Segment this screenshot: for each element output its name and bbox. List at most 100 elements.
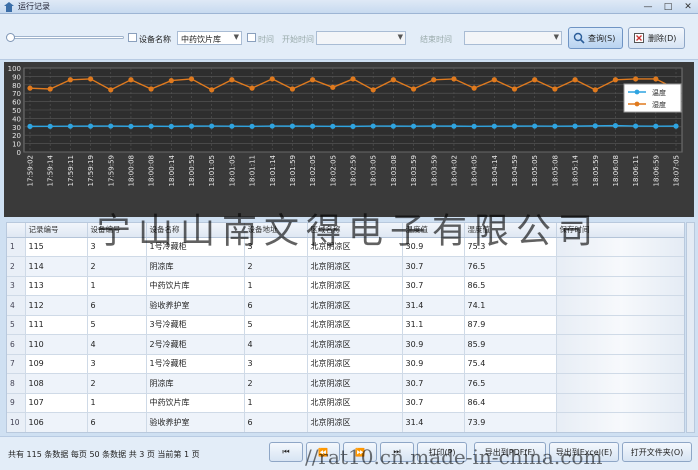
end-time-picker[interactable]: ▼ bbox=[464, 31, 562, 45]
table-row[interactable]: 4 112 6 验收养护室 6 北京阴凉区 31.4 74.1 bbox=[7, 295, 684, 316]
table-cell: 2 bbox=[244, 256, 308, 277]
table-cell: 北京阴凉区 bbox=[307, 393, 403, 413]
table-row[interactable]: 7 109 3 1号冷藏柜 3 北京阴凉区 30.9 75.4 bbox=[7, 354, 684, 374]
row-number: 6 bbox=[7, 334, 26, 355]
table-cell: 北京阴凉区 bbox=[307, 354, 403, 374]
close-button[interactable]: ✕ bbox=[681, 1, 695, 13]
y-tick-label: 30 bbox=[12, 124, 21, 132]
column-header[interactable]: 设备地址 bbox=[244, 223, 308, 238]
table-row[interactable]: 8 108 2 阴凉库 2 北京阴凉区 30.7 76.5 bbox=[7, 373, 684, 394]
x-tick-label: 18:04:05 bbox=[471, 155, 479, 186]
data-point bbox=[431, 123, 437, 129]
table-scrollbar[interactable] bbox=[686, 222, 695, 433]
data-point bbox=[612, 77, 619, 83]
chevron-down-icon: ▼ bbox=[553, 33, 559, 41]
title-bar: 运行记录 — □ ✕ bbox=[0, 0, 698, 14]
data-point bbox=[370, 87, 376, 93]
x-tick-label: 18:01:05 bbox=[208, 155, 216, 186]
data-point bbox=[229, 77, 235, 83]
data-point bbox=[451, 123, 457, 129]
table-row[interactable]: 1 115 3 1号冷藏柜 3 北京阴凉区 30.9 75.3 bbox=[7, 237, 684, 257]
search-icon bbox=[573, 32, 585, 44]
x-tick-label: 18:07:05 bbox=[673, 155, 681, 186]
data-point bbox=[209, 87, 215, 93]
last-page-icon: ⏭ bbox=[393, 447, 401, 456]
open-folder-button[interactable]: 打开文件夹(O) bbox=[622, 442, 692, 462]
table-cell: 75.4 bbox=[464, 354, 557, 374]
next-page-button[interactable]: ⏩ bbox=[343, 442, 377, 462]
row-number: 9 bbox=[7, 393, 26, 413]
table-cell: 3 bbox=[244, 354, 308, 374]
data-point bbox=[108, 87, 114, 93]
table-row[interactable]: 3 113 1 中药饮片库 1 北京阴凉区 30.7 86.5 bbox=[7, 276, 684, 296]
records-table[interactable]: 记录编号 设备编号 设备名称 设备地址 区域名称 温度值 湿度值 保存时间 1 115 3 1号冷藏… bbox=[6, 222, 685, 433]
table-row[interactable]: 10 106 6 验收养护室 6 北京阴凉区 31.4 73.9 bbox=[7, 412, 684, 432]
column-header[interactable]: 设备名称 bbox=[146, 223, 245, 238]
query-button-label: 查询(S) bbox=[588, 33, 616, 43]
chevron-down-icon: ▼ bbox=[397, 33, 403, 41]
table-header-row: 记录编号 设备编号 设备名称 设备地址 区域名称 温度值 湿度值 保存时间 bbox=[7, 223, 684, 238]
data-point bbox=[350, 76, 356, 82]
window-title: 运行记录 bbox=[18, 2, 50, 11]
next-page-icon: ⏩ bbox=[355, 447, 365, 457]
table-row[interactable]: 9 107 1 中药饮片库 1 北京阴凉区 30.7 86.4 bbox=[7, 393, 684, 413]
last-page-button[interactable]: ⏭ bbox=[380, 442, 414, 462]
query-button[interactable]: 查询(S) bbox=[568, 27, 623, 49]
first-page-button[interactable]: ⏮ bbox=[269, 442, 303, 462]
table-row[interactable]: 6 110 4 2号冷藏柜 4 北京阴凉区 30.9 85.9 bbox=[7, 334, 684, 355]
table-cell bbox=[556, 412, 684, 432]
table-cell: 阴凉库 bbox=[146, 256, 245, 277]
table-cell bbox=[556, 295, 684, 316]
zoom-slider[interactable] bbox=[6, 33, 124, 42]
table-cell bbox=[556, 334, 684, 355]
data-point bbox=[269, 76, 275, 82]
row-number: 1 bbox=[7, 237, 26, 257]
data-point bbox=[653, 123, 659, 129]
export-pdf-button[interactable]: 导出到PDF(F) bbox=[474, 442, 546, 462]
column-header[interactable]: 保存时间 bbox=[556, 223, 684, 238]
table-cell: 2号冷藏柜 bbox=[146, 334, 245, 355]
table-cell: 2 bbox=[87, 373, 147, 394]
prev-page-button[interactable]: ⏪ bbox=[306, 442, 340, 462]
column-header[interactable] bbox=[7, 223, 26, 238]
table-row[interactable]: 5 111 5 3号冷藏柜 5 北京阴凉区 31.1 87.9 bbox=[7, 315, 684, 335]
column-header[interactable]: 记录编号 bbox=[25, 223, 88, 238]
data-point bbox=[511, 123, 518, 129]
data-point bbox=[471, 123, 477, 129]
column-header[interactable]: 设备编号 bbox=[87, 223, 147, 238]
column-header[interactable]: 温度值 bbox=[402, 223, 465, 238]
x-tick-label: 18:06:11 bbox=[632, 155, 640, 186]
table-row[interactable]: 2 114 2 阴凉库 2 北京阴凉区 30.7 76.5 bbox=[7, 256, 684, 277]
data-point bbox=[188, 76, 195, 82]
x-tick-label: 18:01:05 bbox=[228, 155, 236, 186]
data-point bbox=[229, 123, 235, 129]
data-point bbox=[27, 123, 33, 129]
slider-knob[interactable] bbox=[6, 33, 15, 42]
table-cell: 北京阴凉区 bbox=[307, 276, 403, 296]
data-point bbox=[491, 123, 497, 129]
y-tick-label: 100 bbox=[8, 65, 21, 73]
x-tick-label: 18:02:05 bbox=[309, 155, 317, 186]
row-number: 8 bbox=[7, 373, 26, 394]
delete-button[interactable]: 删除(D) bbox=[628, 27, 685, 49]
legend-swatch-marker bbox=[634, 101, 640, 107]
maximize-button[interactable]: □ bbox=[661, 1, 675, 13]
time-checkbox[interactable] bbox=[247, 33, 256, 42]
data-point bbox=[451, 76, 457, 82]
column-header[interactable]: 湿度值 bbox=[464, 223, 557, 238]
column-header[interactable]: 区域名称 bbox=[307, 223, 403, 238]
x-tick-label: 18:06:59 bbox=[652, 155, 660, 186]
table-cell: 107 bbox=[25, 393, 88, 413]
device-name-checkbox[interactable] bbox=[128, 33, 137, 42]
x-tick-label: 18:06:08 bbox=[612, 155, 620, 186]
device-name-select[interactable]: 中药饮片库 ▼ bbox=[177, 31, 242, 45]
export-excel-button[interactable]: 导出到Excel(E) bbox=[549, 442, 619, 462]
table-cell: 北京阴凉区 bbox=[307, 295, 403, 316]
table-cell: 3 bbox=[87, 354, 147, 374]
minimize-button[interactable]: — bbox=[641, 1, 655, 13]
table-cell: 2 bbox=[87, 256, 147, 277]
start-time-picker[interactable]: ▼ bbox=[316, 31, 406, 45]
print-button[interactable]: 打印(P) bbox=[417, 442, 467, 462]
table-cell bbox=[556, 354, 684, 374]
export-pdf-label: 导出到PDF(F) bbox=[484, 447, 536, 457]
